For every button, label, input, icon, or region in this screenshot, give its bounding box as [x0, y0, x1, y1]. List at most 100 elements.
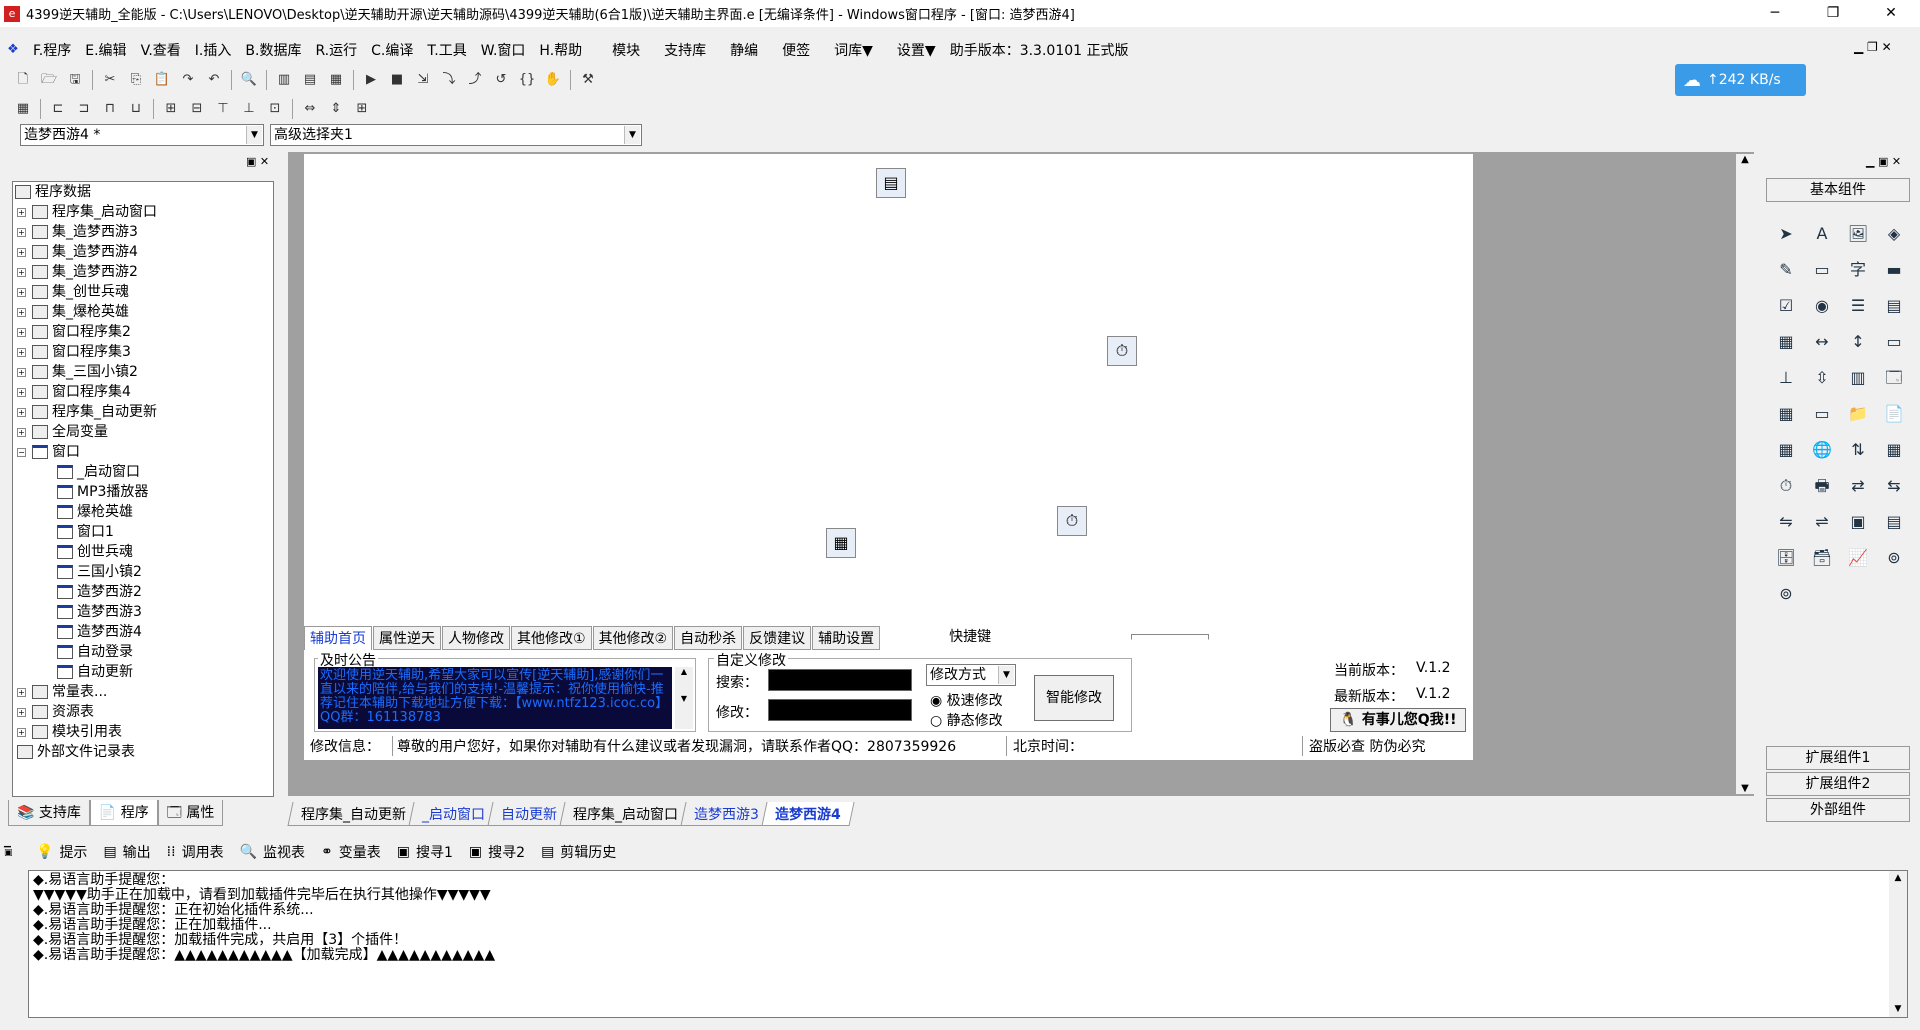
list-icon[interactable]: ▤ [1880, 292, 1908, 320]
copy-icon[interactable]: ⎘ [125, 69, 147, 91]
basic-components-button[interactable]: 基本组件 [1766, 178, 1910, 202]
menu-support-lib[interactable]: 支持库 [657, 40, 713, 60]
tree-item[interactable]: + 窗口程序集2 [17, 322, 131, 342]
split-icon[interactable]: ⇅ [1844, 436, 1872, 464]
tree-item[interactable]: + 全局变量 [17, 422, 108, 442]
expand-icon[interactable]: + [17, 707, 26, 717]
tree-window-item[interactable]: 爆枪英雄 [57, 502, 133, 522]
calendar-icon[interactable]: ▦ [826, 528, 856, 558]
progress-icon[interactable]: ▭ [1880, 328, 1908, 356]
grid-icon[interactable]: ⊞ [351, 98, 373, 120]
folder-icon[interactable]: 📁 [1844, 400, 1872, 428]
table-icon[interactable]: ▦ [1772, 328, 1800, 356]
tab-other1[interactable]: 其他修改① [511, 626, 592, 650]
tree-window-item[interactable]: 自动更新 [57, 662, 133, 682]
tab-hint[interactable]: 💡 提示 [28, 842, 95, 862]
odbc-icon[interactable]: ⊚ [1880, 544, 1908, 572]
ext-components-2-button[interactable]: 扩展组件2 [1766, 772, 1910, 796]
timer-icon[interactable]: ⏱ [1107, 336, 1137, 366]
run-icon[interactable]: ▶ [360, 69, 382, 91]
advanced-select[interactable]: 高级选择夹1 ▼ [270, 124, 642, 146]
window-icon[interactable]: 🗔 [1880, 364, 1908, 392]
tree-item[interactable]: + 集_造梦西游4 [17, 242, 138, 262]
grid-icon[interactable]: ▦ [1880, 436, 1908, 464]
save-icon[interactable]: 🖫 [64, 69, 86, 91]
expand-icon[interactable]: + [17, 207, 26, 217]
expand-icon[interactable]: + [17, 387, 26, 397]
doc-tab[interactable]: 造梦西游3 [680, 802, 773, 826]
tab-clip-history[interactable]: ▤ 剪辑历史 [533, 842, 624, 862]
space-v-icon[interactable]: ⇕ [325, 98, 347, 120]
minimize-button[interactable]: ─ [1746, 0, 1804, 27]
db2-icon[interactable]: 🗃 [1808, 544, 1836, 572]
find-icon[interactable]: 🔍 [238, 69, 260, 91]
align-bottom-icon[interactable]: ⊔ [125, 98, 147, 120]
ext-components-1-button[interactable]: 扩展组件1 [1766, 746, 1910, 770]
tree-item[interactable]: + 窗口程序集3 [17, 342, 131, 362]
same-height-icon[interactable]: ⊥ [238, 98, 260, 120]
tab-icon[interactable]: ▥ [1844, 364, 1872, 392]
align-left-icon[interactable]: ⊏ [47, 98, 69, 120]
chevron-down-icon[interactable]: ▼ [998, 666, 1014, 684]
chart-icon[interactable]: 📈 [1844, 544, 1872, 572]
chevron-down-icon[interactable]: ▼ [624, 126, 640, 144]
expand-icon[interactable]: + [17, 727, 26, 737]
timer-icon[interactable]: ⏱ [1057, 506, 1087, 536]
tree-item[interactable]: 外部文件记录表 [17, 742, 135, 762]
restore-button[interactable]: ❐ [1804, 0, 1862, 27]
align-right-icon[interactable]: ⊐ [73, 98, 95, 120]
radio-icon[interactable]: ◉ [1808, 292, 1836, 320]
calculator-icon[interactable]: ▦ [12, 98, 34, 120]
external-components-button[interactable]: 外部组件 [1766, 798, 1910, 822]
space-h-icon[interactable]: ⇔ [299, 98, 321, 120]
tree-item[interactable]: + 集_爆枪英雄 [17, 302, 129, 322]
open-file-icon[interactable]: 🗁 [38, 69, 60, 91]
layout-1-icon[interactable]: ▥ [273, 69, 295, 91]
radio-fast[interactable]: ◉ 极速修改 [930, 690, 1003, 710]
odbc2-icon[interactable]: ⊚ [1772, 580, 1800, 608]
doc-tab[interactable]: 自动更新 [487, 802, 571, 826]
mdi-controls[interactable]: ▁ ❐ ✕ [1854, 40, 1892, 54]
new-file-icon[interactable]: 🗋 [12, 69, 34, 91]
expand-icon[interactable]: + [17, 247, 26, 257]
close-button[interactable]: ✕ [1862, 0, 1920, 27]
hand-icon[interactable]: ✋ [542, 69, 564, 91]
calendar-icon[interactable]: ▦ [1772, 400, 1800, 428]
tree-window-item[interactable]: 自动登录 [57, 642, 133, 662]
expand-icon[interactable]: − [17, 447, 26, 457]
color-icon[interactable]: ▦ [1772, 436, 1800, 464]
tree-item[interactable]: + 集_造梦西游2 [17, 262, 138, 282]
scroll-v-icon[interactable]: ↕ [1844, 328, 1872, 356]
tree-window-item[interactable]: 三国小镇2 [57, 562, 142, 582]
sheet-icon[interactable]: ▤ [1880, 508, 1908, 536]
layout-2-icon[interactable]: ▤ [299, 69, 321, 91]
pointer-icon[interactable]: ➤ [1772, 220, 1800, 248]
groupbox-icon[interactable]: ▭ [1808, 256, 1836, 284]
menu-run[interactable]: R.运行 [308, 40, 364, 60]
tab-variables[interactable]: ⚭ 变量表 [313, 842, 389, 862]
scroll-down-icon[interactable]: ▼ [1736, 783, 1754, 794]
tree-window-item[interactable]: 造梦西游3 [57, 602, 142, 622]
menu-static-compile[interactable]: 静编 [723, 40, 765, 60]
tab-character[interactable]: 人物修改 [442, 626, 510, 650]
tab-attr[interactable]: 属性逆天 [373, 626, 441, 650]
net-speed-widget[interactable]: ☁ ↑ 242 KB/s [1675, 64, 1806, 96]
expand-icon[interactable]: + [17, 367, 26, 377]
timer-icon[interactable]: ⏱ [1772, 472, 1800, 500]
expand-icon[interactable]: + [17, 327, 26, 337]
smart-modify-button[interactable]: 智能修改 [1034, 675, 1114, 721]
center-v-icon[interactable]: ⊟ [186, 98, 208, 120]
drive-icon[interactable]: ▭ [1808, 400, 1836, 428]
tree-item[interactable]: + 模块引用表 [17, 722, 122, 742]
paste-icon[interactable]: 📋 [151, 69, 173, 91]
tab-program[interactable]: 📄 程序 [89, 800, 158, 826]
redo-icon[interactable]: ↷ [177, 69, 199, 91]
menu-component-icon[interactable]: ▤ [876, 168, 906, 198]
cut-icon[interactable]: ✂ [99, 69, 121, 91]
file-icon[interactable]: 📄 [1880, 400, 1908, 428]
announce-scrollbar[interactable]: ▲ ▼ [675, 667, 693, 729]
tab-settings[interactable]: 辅助设置 [812, 626, 881, 650]
socket-icon[interactable]: ⇄ [1844, 472, 1872, 500]
edit-icon[interactable]: ✎ [1772, 256, 1800, 284]
slider-icon[interactable]: ⊥ [1772, 364, 1800, 392]
